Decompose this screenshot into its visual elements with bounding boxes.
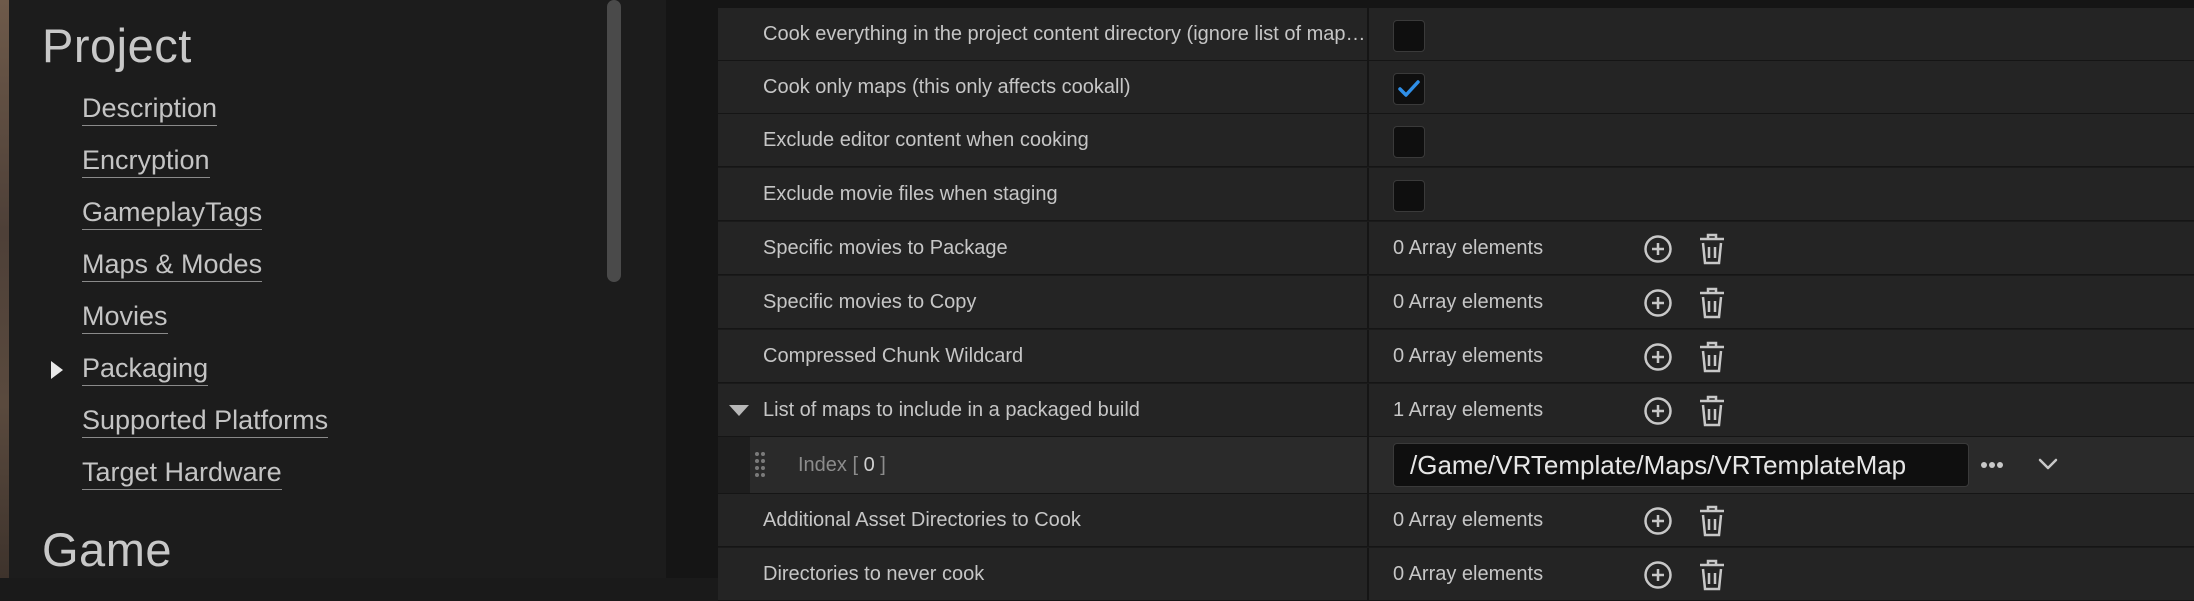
panel-top-border <box>718 0 2194 8</box>
property-label: Compressed Chunk Wildcard <box>763 345 1024 367</box>
property-label: List of maps to include in a packaged bu… <box>763 399 1140 421</box>
property-label: Directories to never cook <box>763 563 985 585</box>
selected-arrow-icon <box>51 361 63 379</box>
array-index-label: Index [ 0 ] <box>798 437 886 493</box>
ellipsis-icon[interactable] <box>1980 455 2004 475</box>
add-circle-icon[interactable] <box>1643 396 1673 426</box>
array-count: 0 Array elements <box>1393 563 1544 585</box>
column-divider <box>1367 168 1369 220</box>
column-divider <box>1367 222 1369 274</box>
property-row: Specific movies to Package 0 Array eleme… <box>718 222 2194 275</box>
property-label: Specific movies to Copy <box>763 291 977 313</box>
nav-item-encryption[interactable]: Encryption <box>82 145 210 178</box>
trash-icon[interactable] <box>1697 287 1727 319</box>
add-circle-icon[interactable] <box>1643 560 1673 590</box>
indent-gutter <box>718 437 750 493</box>
trash-icon[interactable] <box>1697 341 1727 373</box>
property-label: Additional Asset Directories to Cook <box>763 509 1081 531</box>
column-divider <box>1367 276 1369 328</box>
nav-item-supported-platforms[interactable]: Supported Platforms <box>82 405 329 438</box>
nav-item-target-hardware[interactable]: Target Hardware <box>82 457 282 490</box>
trash-icon[interactable] <box>1697 505 1727 537</box>
column-divider <box>1367 61 1369 113</box>
property-row: Specific movies to Copy 0 Array elements <box>718 276 2194 329</box>
property-row: Exclude movie files when staging <box>718 168 2194 221</box>
column-divider <box>1367 437 1369 493</box>
array-element-row: Index [ 0 ] /Game/VRTemplate/Maps/VRTemp… <box>718 437 2194 494</box>
property-row: Exclude editor content when cooking <box>718 114 2194 167</box>
property-label: Exclude movie files when staging <box>763 183 1058 205</box>
nav-item-movies[interactable]: Movies <box>82 301 168 334</box>
array-count: 1 Array elements <box>1393 399 1544 421</box>
add-circle-icon[interactable] <box>1643 288 1673 318</box>
column-divider <box>1367 548 1369 600</box>
property-row: Cook only maps (this only affects cookal… <box>718 61 2194 114</box>
property-label: Exclude editor content when cooking <box>763 129 1089 151</box>
checkmark-icon <box>1398 80 1420 97</box>
column-divider <box>1367 114 1369 166</box>
column-divider <box>1367 494 1369 546</box>
column-divider <box>1367 384 1369 436</box>
viewport-edge <box>0 0 9 578</box>
column-divider <box>1367 8 1369 60</box>
section-title-project: Project <box>42 19 192 72</box>
map-path-field[interactable]: /Game/VRTemplate/Maps/VRTemplateMap <box>1393 443 1969 487</box>
nav-item-packaging[interactable]: Packaging <box>82 353 209 386</box>
nav-item-description[interactable]: Description <box>82 93 218 126</box>
property-label: Cook only maps (this only affects cookal… <box>763 76 1131 98</box>
index-suffix: ] <box>874 454 886 476</box>
exclude-editor-checkbox[interactable] <box>1393 126 1425 158</box>
add-circle-icon[interactable] <box>1643 506 1673 536</box>
property-row: Additional Asset Directories to Cook 0 A… <box>718 494 2194 547</box>
property-label: Specific movies to Package <box>763 237 1008 259</box>
array-count: 0 Array elements <box>1393 237 1544 259</box>
array-count: 0 Array elements <box>1393 291 1544 313</box>
exclude-movies-checkbox[interactable] <box>1393 180 1425 212</box>
property-row: List of maps to include in a packaged bu… <box>718 384 2194 437</box>
panel-separator <box>666 0 718 578</box>
grip-icon[interactable] <box>754 451 766 479</box>
property-row: Cook everything in the project content d… <box>718 8 2194 61</box>
add-circle-icon[interactable] <box>1643 342 1673 372</box>
cook-everything-checkbox[interactable] <box>1393 20 1425 52</box>
array-count: 0 Array elements <box>1393 509 1544 531</box>
array-count: 0 Array elements <box>1393 345 1544 367</box>
sidebar-scrollbar[interactable] <box>607 0 621 282</box>
nav-item-maps-modes[interactable]: Maps & Modes <box>82 249 263 282</box>
add-circle-icon[interactable] <box>1643 234 1673 264</box>
property-row: Directories to never cook 0 Array elemen… <box>718 548 2194 601</box>
settings-sidebar: Project Description Encryption GameplayT… <box>9 0 666 578</box>
property-label: Cook everything in the project content d… <box>763 23 1368 45</box>
trash-icon[interactable] <box>1697 395 1727 427</box>
index-number: 0 <box>863 454 875 476</box>
trash-icon[interactable] <box>1697 233 1727 265</box>
expand-arrow-icon[interactable] <box>729 405 749 416</box>
cook-only-maps-checkbox[interactable] <box>1393 73 1425 105</box>
section-title-game: Game <box>42 523 172 576</box>
property-panel: Cook everything in the project content d… <box>718 0 2194 601</box>
index-prefix: Index [ <box>798 454 864 476</box>
trash-icon[interactable] <box>1697 559 1727 591</box>
chevron-down-icon[interactable] <box>2037 453 2059 475</box>
column-divider <box>1367 330 1369 382</box>
nav-item-gameplaytags[interactable]: GameplayTags <box>82 197 263 230</box>
property-row: Compressed Chunk Wildcard 0 Array elemen… <box>718 330 2194 383</box>
